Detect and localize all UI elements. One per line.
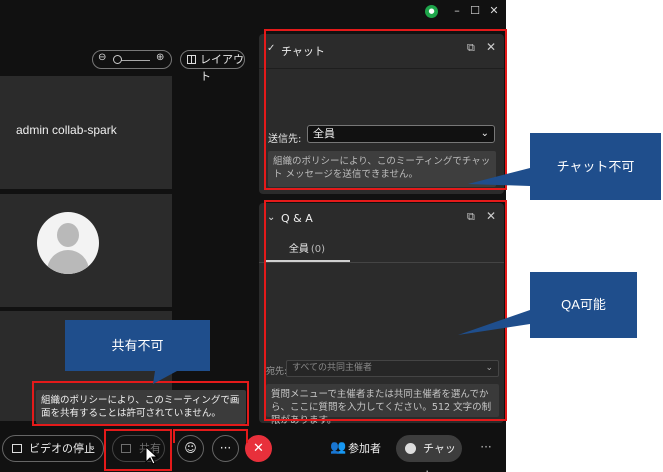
stop-video-button[interactable]: ビデオの停止 ⌄ [2, 435, 104, 462]
chat-label: チャット [423, 442, 456, 472]
leave-meeting-button[interactable]: ✕ [245, 435, 272, 462]
people-icon: 👥 [330, 440, 347, 455]
title-bar: ● – ☐ ✕ [0, 0, 506, 22]
zoom-slider[interactable]: ⊖ ⊕ [92, 50, 172, 69]
avatar [37, 212, 99, 274]
layout-button[interactable]: レイアウト [180, 50, 245, 83]
tooltip-highlight-frame [32, 381, 249, 426]
participants-button[interactable]: 👥 参加者 [330, 435, 381, 462]
zoom-in-icon[interactable]: ⊕ [156, 52, 164, 63]
layout-button-label: レイアウト [200, 53, 244, 83]
qa-highlight-frame [264, 200, 507, 421]
video-tile-avatar[interactable] [0, 194, 172, 307]
chat-highlight-frame [264, 29, 507, 190]
maximize-button[interactable]: ☐ [467, 3, 483, 19]
share-disabled-callout: 共有不可 [65, 320, 210, 371]
participants-label: 参加者 [348, 442, 381, 455]
meeting-toolbar: ビデオの停止 ⌄ 共有 ☺ ··· ✕ 👥 参加者 チャット ··· [0, 428, 506, 472]
chat-button[interactable]: チャット [396, 435, 462, 472]
chevron-down-icon[interactable]: ⌄ [88, 436, 96, 461]
avatar-person-icon [57, 223, 79, 247]
chat-disabled-callout: チャット不可 [530, 133, 661, 200]
stop-video-label: ビデオの停止 [29, 442, 95, 455]
zoom-out-icon[interactable]: ⊖ [98, 52, 106, 63]
app-logo-icon: ● [425, 5, 438, 18]
camera-icon [12, 444, 22, 453]
toolbar-highlight-frame [173, 429, 248, 443]
share-highlight-frame [104, 429, 172, 471]
zoom-handle[interactable] [113, 55, 122, 64]
overflow-menu-button[interactable]: ··· [478, 435, 494, 462]
video-tile-admin[interactable]: admin collab-spark [0, 76, 172, 189]
minimize-button[interactable]: – [449, 3, 465, 19]
layout-grid-icon [187, 55, 196, 64]
chat-bubble-icon [405, 443, 416, 454]
participant-name: admin collab-spark [16, 123, 117, 137]
qa-enabled-callout: QA可能 [530, 272, 637, 338]
close-window-button[interactable]: ✕ [486, 3, 502, 19]
